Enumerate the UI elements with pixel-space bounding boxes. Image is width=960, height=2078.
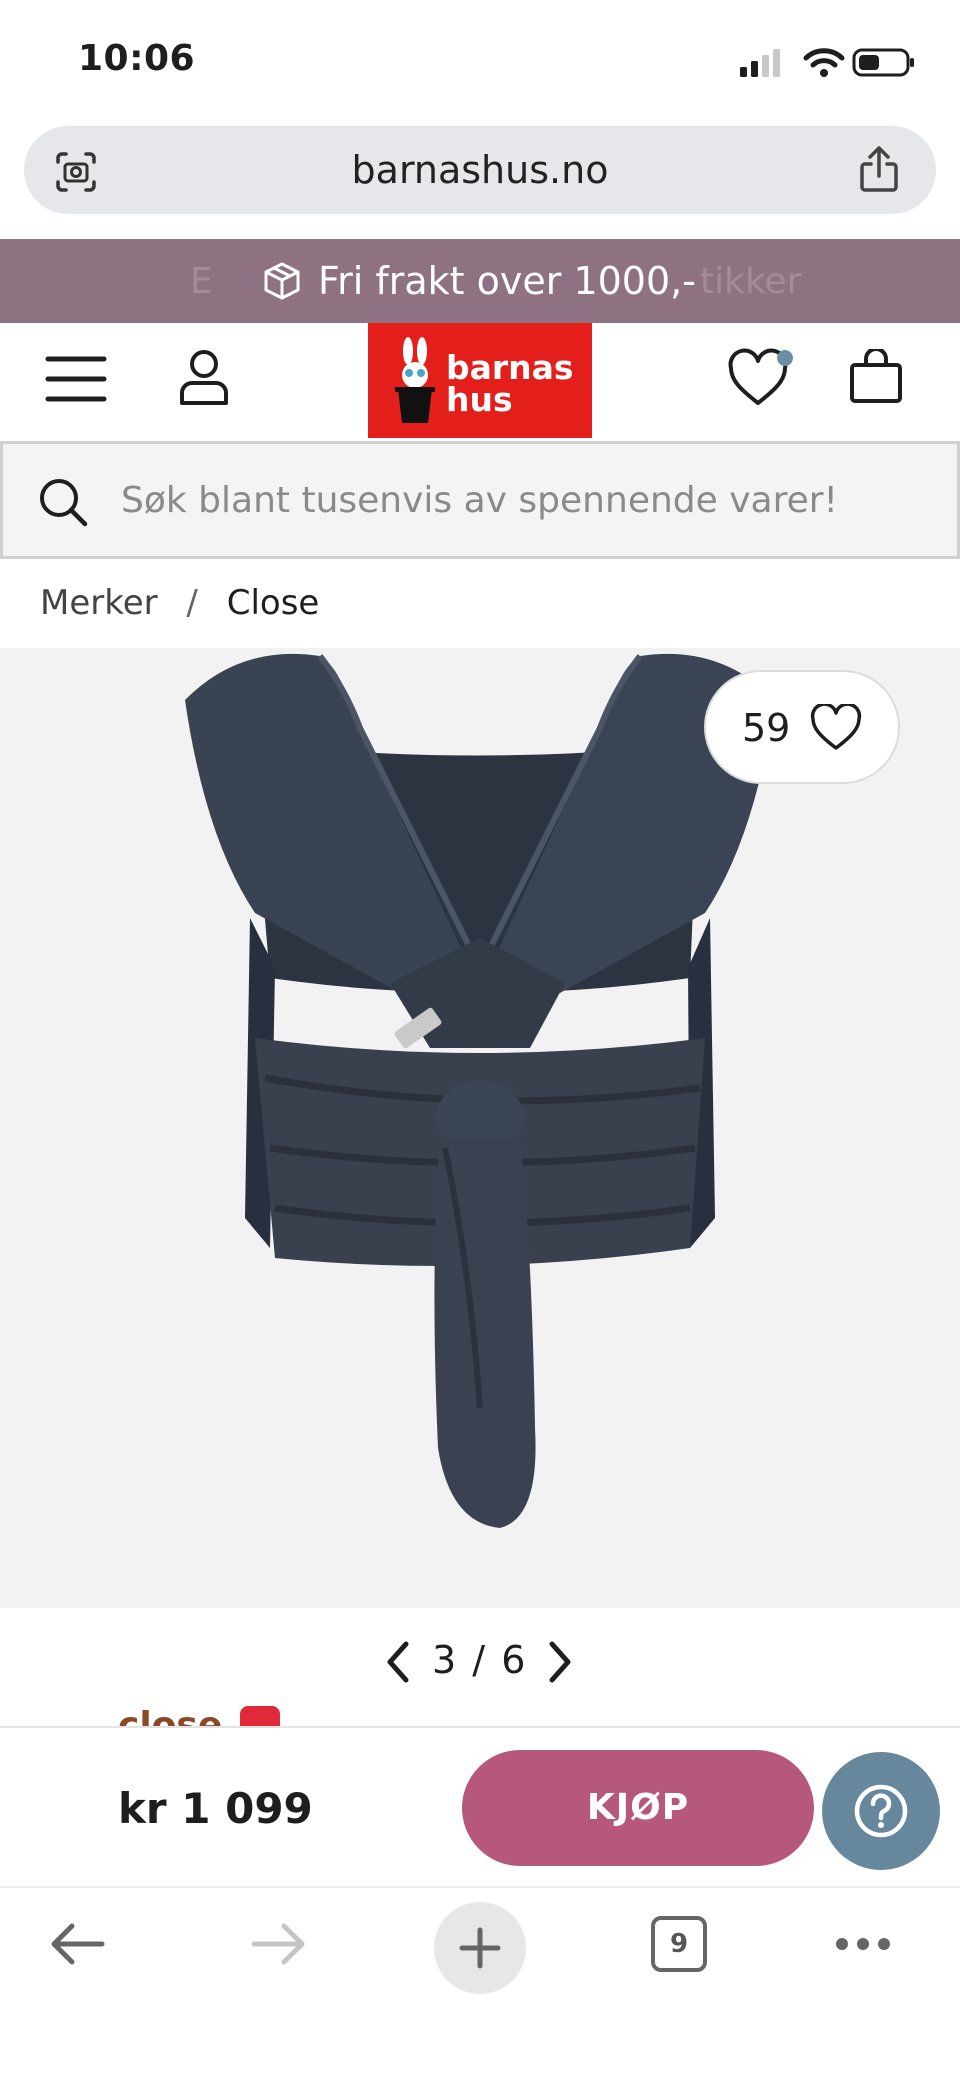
promo-fading-text: tikker bbox=[700, 261, 802, 302]
image-counter-separator: / bbox=[472, 1638, 488, 1682]
back-arrow-icon[interactable] bbox=[48, 1922, 106, 1966]
cart-bag-icon[interactable] bbox=[848, 349, 904, 405]
brand-name: close bbox=[118, 1705, 223, 1727]
browser-toolbar: 9 bbox=[0, 1886, 960, 2078]
favorite-count: 59 bbox=[742, 706, 791, 750]
breadcrumb: Merker / Close bbox=[40, 583, 319, 623]
chevron-right-icon[interactable] bbox=[546, 1640, 574, 1684]
buy-button[interactable]: KJØP bbox=[462, 1750, 814, 1866]
chevron-left-icon[interactable] bbox=[384, 1640, 412, 1684]
cellular-signal-icon bbox=[740, 49, 780, 77]
product-image[interactable] bbox=[0, 648, 960, 1608]
search-field[interactable]: Søk blant tusenvis av spennende varer! bbox=[0, 441, 960, 559]
status-bar: 10:06 bbox=[0, 0, 960, 120]
url-text[interactable]: barnashus.no bbox=[24, 148, 936, 192]
more-options-icon[interactable] bbox=[834, 1936, 892, 1952]
tabs-button[interactable]: 9 bbox=[651, 1916, 707, 1972]
promo-banner: E Fri frakt over 1000,- tikker bbox=[0, 239, 960, 323]
share-icon[interactable] bbox=[856, 144, 902, 194]
plus-icon bbox=[459, 1927, 501, 1969]
package-icon bbox=[264, 262, 300, 300]
address-bar[interactable]: barnashus.no bbox=[24, 126, 936, 214]
site-logo[interactable]: barnas hus bbox=[368, 323, 592, 438]
forward-arrow-icon[interactable] bbox=[250, 1922, 308, 1966]
promo-text: Fri frakt over 1000,- bbox=[318, 259, 696, 303]
favorite-button[interactable]: 59 bbox=[704, 670, 900, 784]
brand-logo-mark bbox=[240, 1706, 280, 1726]
purchase-bar: kr 1 099 KJØP bbox=[0, 1726, 960, 1886]
breadcrumb-current: Close bbox=[226, 583, 320, 623]
search-placeholder[interactable]: Søk blant tusenvis av spennende varer! bbox=[121, 480, 838, 521]
logo-text-line2: hus bbox=[446, 380, 513, 419]
wifi-icon bbox=[803, 48, 845, 77]
account-icon[interactable] bbox=[176, 347, 232, 407]
new-tab-button[interactable] bbox=[434, 1902, 526, 1994]
bunny-hat-logo-icon bbox=[395, 337, 435, 423]
help-button[interactable] bbox=[822, 1752, 940, 1870]
help-icon bbox=[854, 1784, 908, 1838]
status-time: 10:06 bbox=[78, 38, 196, 79]
image-index: 3 bbox=[432, 1638, 459, 1682]
battery-icon bbox=[852, 48, 914, 77]
breadcrumb-link-merker[interactable]: Merker bbox=[40, 583, 158, 623]
image-counter: 3 / 6 bbox=[432, 1638, 527, 1682]
search-icon bbox=[40, 479, 88, 527]
heart-icon bbox=[810, 704, 862, 750]
brand-logo-peek: close bbox=[118, 1700, 288, 1726]
image-total: 6 bbox=[501, 1638, 528, 1682]
product-price: kr 1 099 bbox=[118, 1784, 313, 1833]
promo-fading-text: E bbox=[190, 261, 213, 302]
wishlist-icon[interactable] bbox=[728, 345, 794, 411]
baby-carrier-illustration bbox=[185, 653, 775, 1528]
menu-icon[interactable] bbox=[44, 351, 108, 407]
breadcrumb-separator: / bbox=[186, 583, 198, 623]
